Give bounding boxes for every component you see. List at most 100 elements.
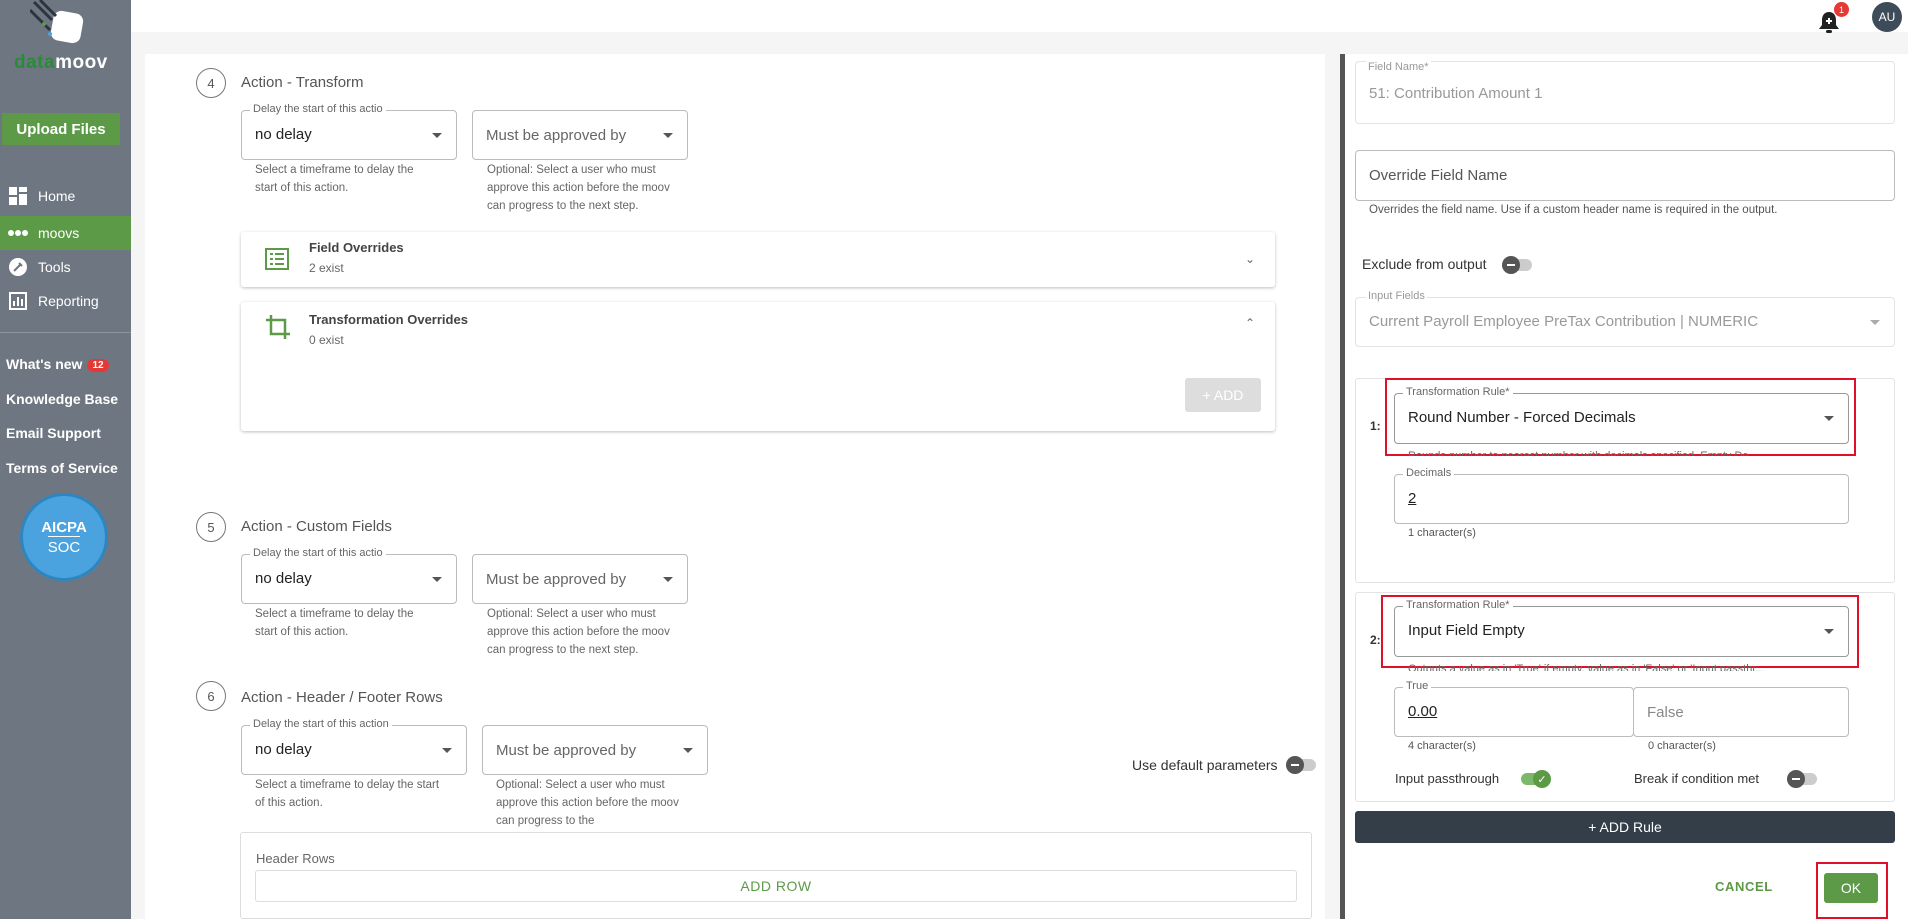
sidebar-item-label: Tools	[38, 259, 71, 275]
approver-select-placeholder: Must be approved by	[496, 742, 637, 759]
character-count: 1 character(s)	[1408, 527, 1476, 539]
step-number-5: 5	[196, 512, 226, 542]
whats-new-link[interactable]: What's new 12	[6, 356, 109, 372]
sidebar: datamoov Upload Files Home moovs Tools R…	[0, 0, 131, 919]
transformation-overrides-title: Transformation Overrides	[309, 312, 468, 327]
terms-of-service-link[interactable]: Terms of Service	[6, 460, 118, 476]
override-help-text: Overrides the field name. Use if a custo…	[1369, 204, 1778, 216]
input-passthrough-toggle[interactable]	[1521, 770, 1551, 788]
input-fields-select: Input Fields Current Payroll Employee Pr…	[1355, 290, 1895, 347]
notification-count-badge: 1	[1834, 2, 1849, 17]
rule-index: 2:	[1370, 633, 1381, 647]
delay-select-value: no delay	[255, 741, 312, 758]
transformation-rule-select[interactable]: Transformation Rule* Input Field Empty	[1394, 599, 1849, 657]
chevron-down-icon	[663, 133, 673, 138]
upload-files-button[interactable]: Upload Files	[2, 113, 120, 145]
delay-select[interactable]: Delay the start of this actio no delay	[241, 547, 457, 604]
logo-text: datamoov	[14, 52, 108, 73]
add-row-button[interactable]: ADD ROW	[255, 870, 1297, 902]
true-value: 0.00	[1408, 703, 1438, 720]
add-rule-button[interactable]: + ADD Rule	[1355, 811, 1895, 843]
exclude-from-output-label: Exclude from output	[1362, 256, 1487, 272]
transformation-overrides-count: 0 exist	[309, 333, 344, 347]
list-icon	[265, 248, 289, 275]
toggle-knob	[1286, 756, 1304, 774]
approver-help-text: Optional: Select a user who must approve…	[487, 608, 670, 656]
badge-line2: SOC	[47, 535, 81, 556]
sidebar-item-label: Reporting	[38, 293, 99, 309]
topbar	[131, 0, 1908, 32]
transformation-rule-select[interactable]: Transformation Rule* Round Number - Forc…	[1394, 386, 1849, 444]
crop-icon	[265, 314, 291, 347]
header-rows-section: Header Rows ADD ROW	[240, 832, 1312, 919]
chevron-down-icon	[663, 577, 673, 582]
decimals-value: 2	[1408, 490, 1417, 507]
transformation-rule-label: Transformation Rule*	[1403, 599, 1513, 611]
true-value-input[interactable]: True 0.00	[1394, 680, 1634, 737]
delay-select[interactable]: Delay the start of this actio no delay	[241, 103, 457, 160]
moovs-icon	[8, 223, 28, 243]
chevron-down-icon	[432, 133, 442, 138]
email-support-link[interactable]: Email Support	[6, 425, 101, 441]
field-overrides-card[interactable]: Field Overrides 2 exist ⌄	[241, 232, 1275, 287]
rule-index: 1:	[1370, 419, 1381, 433]
delay-select-label: Delay the start of this actio	[250, 103, 386, 115]
delay-select[interactable]: Delay the start of this action no delay	[241, 718, 467, 775]
chevron-down-icon	[1870, 320, 1880, 325]
field-name-value: 51: Contribution Amount 1	[1369, 85, 1543, 102]
approver-select-placeholder: Must be approved by	[486, 127, 627, 144]
chevron-down-icon	[432, 577, 442, 582]
step-title: Action - Custom Fields	[241, 518, 392, 535]
chevron-up-icon[interactable]: ⌃	[1245, 316, 1255, 330]
tools-icon	[8, 257, 28, 277]
delay-select-value: no delay	[255, 570, 312, 587]
add-transformation-override-button[interactable]: + ADD	[1185, 378, 1261, 412]
approver-select[interactable]: Must be approved by	[472, 554, 688, 604]
sidebar-item-label: Home	[38, 188, 76, 204]
field-name-label: Field Name*	[1366, 61, 1431, 73]
chevron-down-icon	[1824, 416, 1834, 421]
sidebar-item-tools[interactable]: Tools	[0, 250, 131, 284]
transformation-rule-value: Round Number - Forced Decimals	[1408, 409, 1636, 426]
field-overrides-title: Field Overrides	[309, 240, 404, 255]
ok-button[interactable]: OK	[1824, 873, 1878, 903]
aicpa-soc-badge: AICPA SOC	[20, 493, 108, 581]
reporting-icon	[8, 291, 28, 311]
sidebar-item-label: moovs	[38, 225, 80, 241]
break-if-condition-met-toggle[interactable]	[1787, 770, 1817, 788]
use-default-parameters-toggle[interactable]	[1286, 756, 1316, 774]
override-field-name-placeholder: Override Field Name	[1369, 167, 1508, 184]
toggle-knob	[1533, 770, 1551, 788]
rule-help-text: Rounds number to nearest number with dec…	[1408, 450, 1758, 456]
input-passthrough-label: Input passthrough	[1395, 771, 1500, 786]
whats-new-label: What's new	[6, 356, 83, 372]
knowledge-base-link[interactable]: Knowledge Base	[6, 391, 118, 407]
rule-help-text: Outputs a value as in 'True' if empty, v…	[1408, 663, 1765, 671]
avatar[interactable]: AU	[1872, 2, 1902, 32]
character-count: 4 character(s)	[1408, 740, 1476, 752]
toggle-knob	[1787, 770, 1805, 788]
sidebar-item-reporting[interactable]: Reporting	[0, 284, 131, 318]
transformation-overrides-card: Transformation Overrides 0 exist ⌃	[241, 302, 1275, 431]
decimals-input[interactable]: Decimals 2	[1394, 467, 1849, 524]
delay-help-text: Select a timeframe to delay the start of…	[255, 164, 414, 194]
false-value-input[interactable]: False	[1633, 687, 1849, 737]
override-field-name-input[interactable]: Override Field Name	[1355, 150, 1895, 201]
chevron-down-icon[interactable]: ⌄	[1245, 252, 1255, 266]
approver-select[interactable]: Must be approved by	[482, 725, 708, 775]
approver-help-text: Optional: Select a user who must approve…	[496, 779, 679, 827]
transformation-rule-value: Input Field Empty	[1408, 622, 1525, 639]
step-title: Action - Header / Footer Rows	[241, 689, 443, 706]
cancel-button[interactable]: CANCEL	[1715, 879, 1773, 894]
delay-help-text: Select a timeframe to delay the start of…	[255, 779, 440, 809]
sidebar-item-home[interactable]: Home	[0, 179, 131, 213]
approver-select[interactable]: Must be approved by	[472, 110, 688, 160]
badge-line1: AICPA	[41, 518, 87, 536]
approver-select-placeholder: Must be approved by	[486, 571, 627, 588]
toggle-knob	[1502, 256, 1520, 274]
sidebar-item-moovs[interactable]: moovs	[0, 216, 131, 250]
exclude-from-output-toggle[interactable]	[1502, 256, 1532, 274]
chevron-down-icon	[1824, 629, 1834, 634]
chevron-down-icon	[442, 748, 452, 753]
field-name-input: Field Name* 51: Contribution Amount 1	[1355, 61, 1895, 124]
